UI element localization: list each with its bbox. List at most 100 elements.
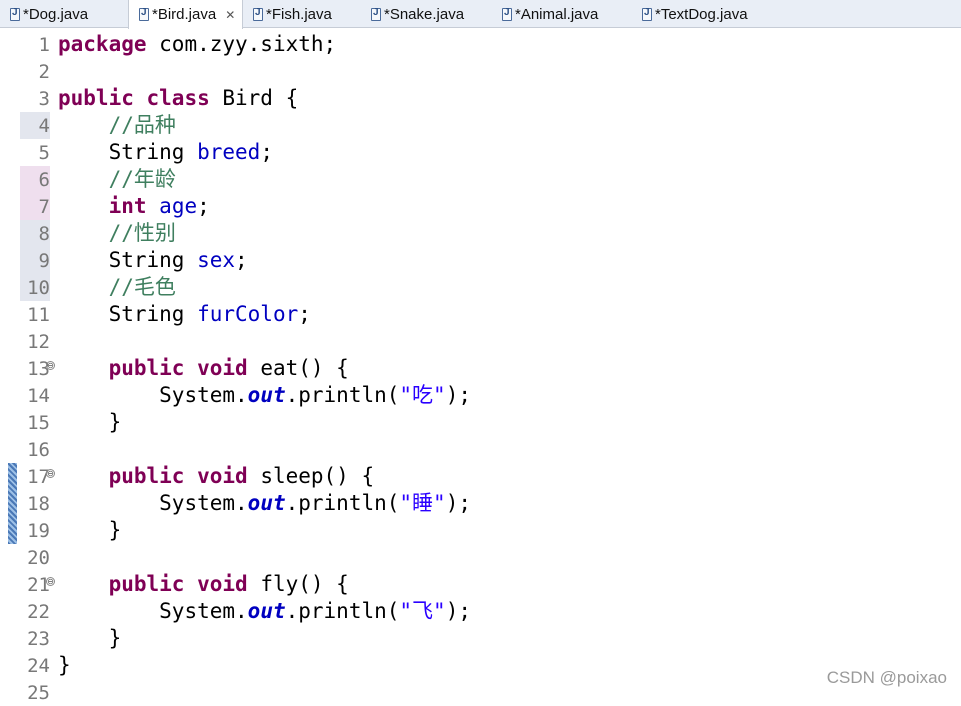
code-text: ; xyxy=(197,194,210,218)
static-field: out xyxy=(247,383,286,407)
keyword: public xyxy=(58,86,134,110)
editor-tab-bar: *Dog.java *Bird.java ✕ *Fish.java *Snake… xyxy=(0,0,961,29)
line-number: 24 xyxy=(27,654,50,677)
code-text: .println( xyxy=(285,383,400,407)
tab-bird-java[interactable]: *Bird.java ✕ xyxy=(128,0,243,29)
tab-textdog-java[interactable]: *TextDog.java xyxy=(632,0,782,28)
tab-label: *TextDog.java xyxy=(655,5,748,23)
code-text: } xyxy=(108,626,122,650)
fold-collapse-icon[interactable]: ⊖ xyxy=(46,577,55,586)
code-line-18: System.out.println("睡"); xyxy=(58,490,471,517)
code-text: ); xyxy=(445,599,471,623)
code-text: System. xyxy=(159,599,248,623)
type-name: String xyxy=(108,302,185,326)
line-number: 13 xyxy=(27,357,50,380)
keyword: public xyxy=(108,572,185,596)
static-field: out xyxy=(247,491,286,515)
tab-label: *Dog.java xyxy=(23,5,89,23)
code-line-15: } xyxy=(58,409,122,436)
code-line-22: System.out.println("飞"); xyxy=(58,598,471,625)
line-number: 12 xyxy=(27,330,50,353)
code-line-1: package com.zyy.sixth; xyxy=(58,31,336,58)
code-text: .println( xyxy=(285,599,400,623)
code-editor[interactable]: package com.zyy.sixth; public class Bird… xyxy=(58,30,961,696)
line-number: 23 xyxy=(27,627,50,650)
tab-fish-java[interactable]: *Fish.java xyxy=(243,0,361,28)
code-line-21: public void fly() { xyxy=(58,571,349,598)
code-line-17: public void sleep() { xyxy=(58,463,375,490)
line-number: 14 xyxy=(27,384,50,407)
keyword: public xyxy=(108,464,185,488)
close-icon[interactable]: ✕ xyxy=(225,8,235,22)
line-number: 3 xyxy=(38,87,50,110)
code-text: System. xyxy=(159,383,248,407)
code-text: Bird { xyxy=(209,86,299,110)
code-line-5: String breed; xyxy=(58,139,273,166)
line-number: 5 xyxy=(38,141,50,164)
code-line-24: } xyxy=(58,652,71,679)
fold-collapse-icon[interactable]: ⊖ xyxy=(46,469,55,478)
line-number-gutter[interactable]: 1 2 3 4 5 6 7 8 9 10 11 12 13 14 15 16 1… xyxy=(0,30,56,704)
field-name: breed xyxy=(197,140,261,164)
string-literal: "吃" xyxy=(399,383,446,407)
java-file-icon xyxy=(371,7,381,21)
code-text: eat() { xyxy=(247,356,349,380)
code-text: fly() { xyxy=(247,572,349,596)
line-number: 7 xyxy=(20,193,50,220)
keyword: void xyxy=(197,356,248,380)
java-file-icon xyxy=(253,7,263,21)
java-file-icon xyxy=(502,7,512,21)
keyword: public xyxy=(108,356,185,380)
line-number: 16 xyxy=(27,438,50,461)
code-line-3: public class Bird { xyxy=(58,85,298,112)
tab-label: *Bird.java xyxy=(152,6,217,23)
tab-animal-java[interactable]: *Animal.java xyxy=(492,0,632,28)
code-text: System. xyxy=(159,491,248,515)
comment: //性别 xyxy=(108,221,176,245)
code-line-8: //性别 xyxy=(58,220,176,247)
type-name: String xyxy=(108,248,185,272)
watermark: CSDN @poixao xyxy=(826,668,947,687)
code-line-9: String sex; xyxy=(58,247,248,274)
code-text: com.zyy.sixth; xyxy=(146,32,337,56)
code-line-7: int age; xyxy=(58,193,210,220)
tab-label: *Fish.java xyxy=(266,5,332,23)
line-number: 10 xyxy=(20,274,50,301)
code-text: } xyxy=(108,518,122,542)
comment: //毛色 xyxy=(108,275,176,299)
code-text: } xyxy=(58,653,71,677)
java-file-icon xyxy=(10,7,20,21)
code-text: ; xyxy=(260,140,273,164)
tab-dog-java[interactable]: *Dog.java xyxy=(0,0,128,28)
code-line-4: //品种 xyxy=(58,112,176,139)
line-number: 25 xyxy=(27,681,50,704)
tab-snake-java[interactable]: *Snake.java xyxy=(361,0,492,28)
code-text: ; xyxy=(298,302,311,326)
code-line-6: //年龄 xyxy=(58,166,176,193)
code-line-19: } xyxy=(58,517,122,544)
fold-collapse-icon[interactable]: ⊖ xyxy=(46,361,55,370)
comment: //年龄 xyxy=(108,167,176,191)
code-text: sleep() { xyxy=(247,464,375,488)
line-number: 21 xyxy=(27,573,50,596)
line-number: 8 xyxy=(20,220,50,247)
static-field: out xyxy=(247,599,286,623)
type-name: String xyxy=(108,140,185,164)
comment: //品种 xyxy=(108,113,176,137)
change-marker-bar xyxy=(8,463,17,544)
line-number: 15 xyxy=(27,411,50,434)
field-name: age xyxy=(159,194,198,218)
keyword: void xyxy=(197,464,248,488)
code-text: ); xyxy=(445,383,471,407)
code-line-23: } xyxy=(58,625,122,652)
keyword: void xyxy=(197,572,248,596)
code-text: ; xyxy=(235,248,248,272)
field-name: sex xyxy=(197,248,236,272)
tab-label: *Animal.java xyxy=(515,5,599,23)
line-number: 22 xyxy=(27,600,50,623)
line-number: 9 xyxy=(20,247,50,274)
keyword: class xyxy=(146,86,210,110)
line-number: 19 xyxy=(27,519,50,542)
line-number: 20 xyxy=(27,546,50,569)
string-literal: "睡" xyxy=(399,491,446,515)
